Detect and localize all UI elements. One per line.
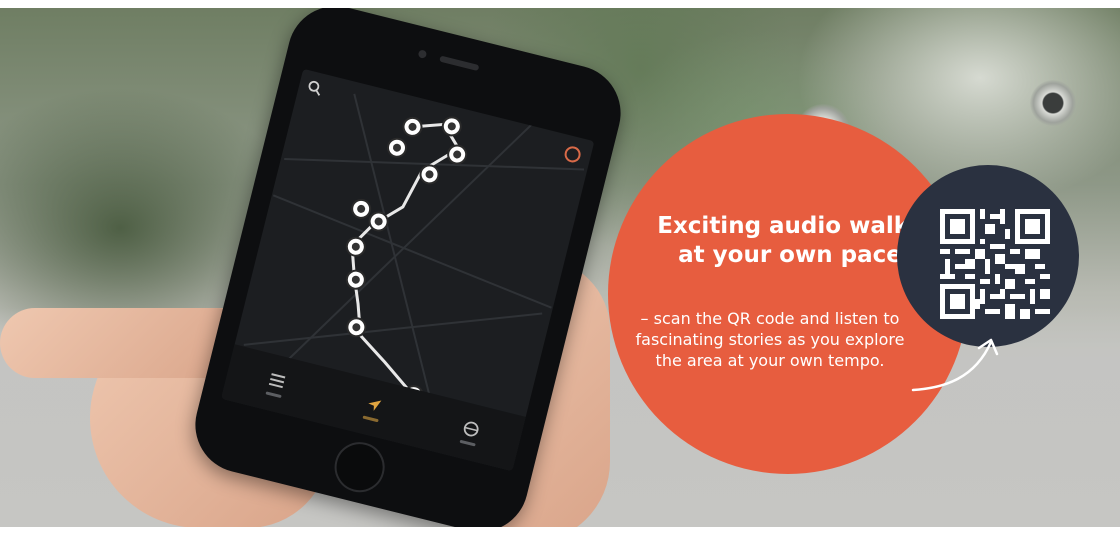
tab-tours[interactable]	[253, 362, 300, 405]
earpiece-speaker	[439, 55, 480, 72]
curved-arrow-icon	[911, 338, 999, 392]
promo-canvas: Exciting audio walks at your own pace – …	[0, 0, 1120, 535]
qr-code-icon[interactable]	[940, 209, 1050, 319]
tab-explore[interactable]	[447, 411, 494, 454]
tab-label-placeholder	[459, 439, 476, 447]
promo-body-text: – scan the QR code and listen to fascina…	[635, 309, 905, 370]
list-icon	[268, 372, 286, 388]
navigate-arrow-icon	[368, 399, 382, 411]
promo-headline: Exciting audio walks at your own pace	[657, 213, 923, 268]
front-camera	[417, 49, 428, 59]
tab-navigate[interactable]	[350, 386, 397, 429]
home-button	[329, 436, 390, 498]
tab-label-placeholder	[265, 390, 282, 398]
globe-icon	[463, 421, 479, 436]
street-lamp	[1030, 80, 1076, 126]
map-screen	[221, 68, 595, 472]
tab-label-placeholder	[362, 415, 379, 422]
